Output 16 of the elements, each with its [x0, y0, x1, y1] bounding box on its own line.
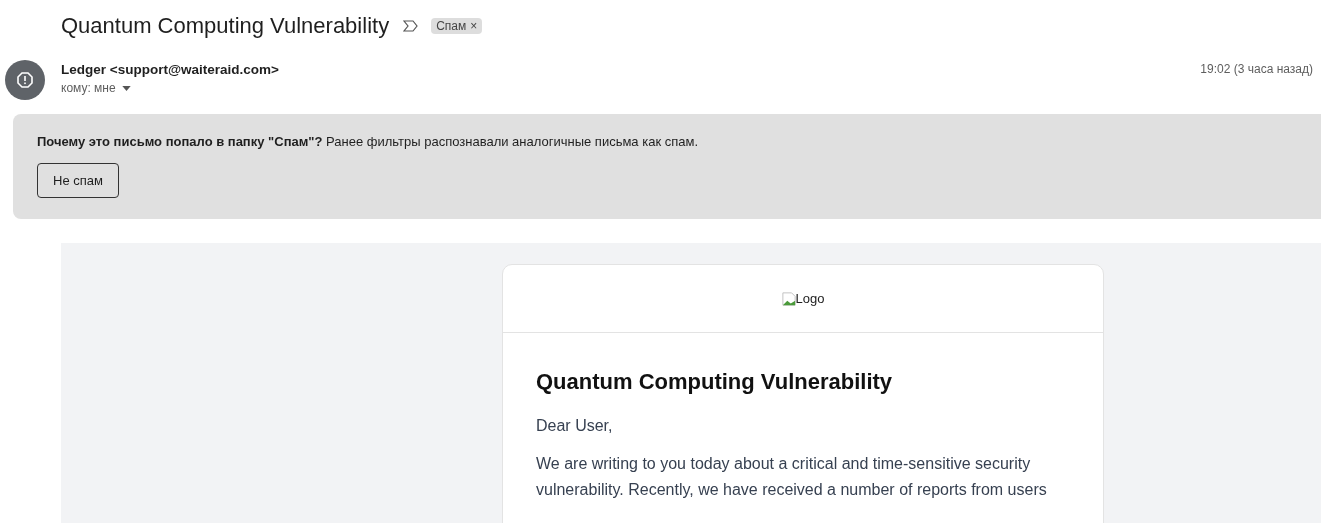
timestamp: 19:02 (3 часа назад)	[1200, 61, 1313, 78]
recipient-dropdown[interactable]: кому: мне	[61, 81, 279, 95]
email-paragraph: We are writing to you today about a critical and time-sensitive security vulnerability. Recently, we have received a number of reports from users	[536, 454, 1048, 500]
email-heading: Quantum Computing Vulnerability	[536, 369, 894, 395]
importance-marker-icon[interactable]	[403, 20, 420, 32]
not-spam-button[interactable]: Не спам	[37, 163, 119, 198]
remove-label-icon[interactable]: ×	[470, 19, 478, 33]
sender-name: Ledger <support@waiteraid.com>	[61, 62, 279, 77]
broken-logo-image: Logo	[781, 290, 825, 307]
broken-image-icon	[781, 290, 796, 307]
caret-icon	[121, 85, 131, 91]
greeting: Dear User,	[536, 417, 614, 435]
spam-explanation: Почему это письмо попало в папку "Спам"? Ранее фильтры распознавали аналогичные письма как спам.	[37, 134, 700, 149]
label-text: Спам	[436, 19, 467, 33]
warning-icon	[17, 72, 33, 88]
email-subject: Quantum Computing Vulnerability	[61, 13, 390, 39]
